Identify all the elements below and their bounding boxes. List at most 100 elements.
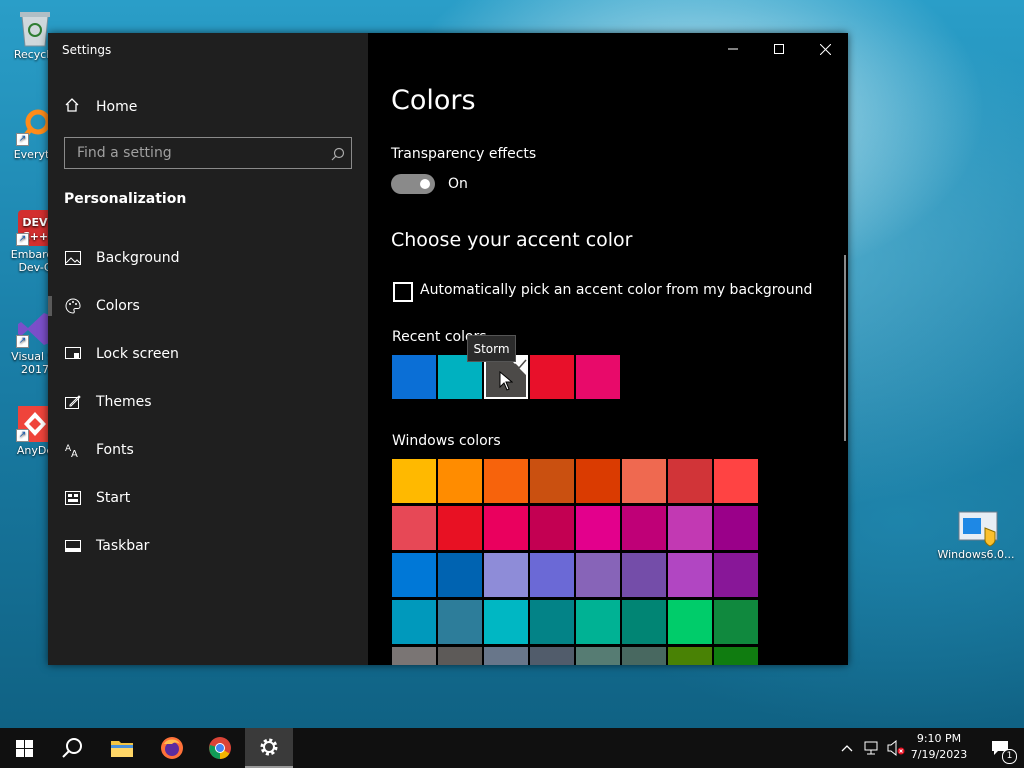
windows-color-swatch[interactable]: [622, 553, 666, 597]
windows-color-swatch[interactable]: [714, 459, 758, 503]
sidebar-item-label: Background: [96, 250, 180, 266]
desktop-icon-windows-update[interactable]: Windows6.0...: [934, 508, 1018, 561]
chevron-up-icon: [841, 745, 853, 752]
firefox-icon: [161, 737, 183, 759]
windows-color-swatch[interactable]: [530, 506, 574, 550]
sidebar-item-taskbar[interactable]: Taskbar: [48, 524, 368, 568]
windows-color-swatch[interactable]: [484, 600, 528, 644]
windows-color-swatch[interactable]: [392, 459, 436, 503]
volume-button[interactable]: [884, 728, 908, 768]
windows-color-swatch[interactable]: [622, 459, 666, 503]
windows-color-swatch[interactable]: [392, 553, 436, 597]
recent-color-swatch[interactable]: [530, 355, 574, 399]
windows-color-swatch[interactable]: [484, 506, 528, 550]
windows-color-swatch[interactable]: [530, 600, 574, 644]
themes-icon: [64, 393, 82, 411]
windows-color-swatch[interactable]: [392, 600, 436, 644]
windows-color-swatch[interactable]: [484, 647, 528, 665]
windows-color-swatch[interactable]: [714, 600, 758, 644]
start-button[interactable]: [0, 728, 48, 768]
windows-color-swatch[interactable]: [576, 647, 620, 665]
auto-pick-checkbox[interactable]: [393, 282, 413, 302]
windows-color-swatch[interactable]: [576, 600, 620, 644]
windows-color-swatch[interactable]: [668, 459, 712, 503]
home-icon: [64, 97, 80, 117]
transparency-label: Transparency effects: [391, 146, 537, 162]
settings-taskbar-button[interactable]: [245, 728, 293, 768]
sidebar-item-themes[interactable]: Themes: [48, 380, 368, 424]
clock-date: 7/19/2023: [910, 748, 968, 761]
sidebar-item-label: Start: [96, 490, 131, 506]
windows-color-swatch[interactable]: [622, 647, 666, 665]
windows-color-swatch[interactable]: [530, 459, 574, 503]
search-icon: [62, 738, 82, 758]
clock[interactable]: 9:10 PM 7/19/2023: [906, 732, 972, 761]
windows-color-swatch[interactable]: [576, 506, 620, 550]
windows-color-swatch[interactable]: [438, 553, 482, 597]
chrome-button[interactable]: [196, 728, 244, 768]
search-input[interactable]: [75, 144, 329, 162]
accent-heading: Choose your accent color: [391, 229, 633, 251]
network-button[interactable]: [860, 728, 884, 768]
desktop-icon-label: Windows6.0...: [937, 548, 1015, 561]
windows-color-swatch[interactable]: [438, 459, 482, 503]
windows-colors-label: Windows colors: [392, 433, 501, 449]
windows-color-swatch[interactable]: [484, 459, 528, 503]
windows-color-swatch[interactable]: [668, 600, 712, 644]
windows-logo-icon: [15, 739, 33, 757]
windows-color-swatch[interactable]: [392, 506, 436, 550]
sidebar-item-start[interactable]: Start: [48, 476, 368, 520]
sidebar-home[interactable]: Home: [64, 97, 137, 117]
sidebar-item-label: Fonts: [96, 442, 134, 458]
windows-color-swatch[interactable]: [622, 506, 666, 550]
sidebar-item-colors[interactable]: Colors: [48, 284, 368, 328]
windows-color-swatch[interactable]: [714, 506, 758, 550]
windows-color-swatch[interactable]: [392, 647, 436, 665]
mouse-cursor-icon: [499, 370, 514, 395]
toggle-state-label: On: [448, 176, 468, 192]
search-icon[interactable]: [331, 146, 345, 165]
windows-color-swatch[interactable]: [668, 647, 712, 665]
windows-color-swatch[interactable]: [668, 506, 712, 550]
gear-icon: [260, 738, 278, 756]
windows-color-swatch[interactable]: [484, 553, 528, 597]
transparency-toggle[interactable]: [391, 174, 435, 194]
windows-color-swatch[interactable]: [668, 553, 712, 597]
sidebar-item-background[interactable]: Background: [48, 236, 368, 280]
shortcut-arrow-icon: ↗: [16, 233, 29, 246]
windows-color-swatch[interactable]: [530, 647, 574, 665]
windows-color-swatch[interactable]: [576, 459, 620, 503]
sidebar-item-lock-screen[interactable]: Lock screen: [48, 332, 368, 376]
find-setting-search: [64, 137, 352, 169]
windows-color-swatch[interactable]: [714, 647, 758, 665]
windows-color-swatch[interactable]: [714, 553, 758, 597]
sidebar-item-fonts[interactable]: AA Fonts: [48, 428, 368, 472]
section-personalization: Personalization: [64, 191, 187, 207]
show-hidden-icons-button[interactable]: [834, 728, 860, 768]
auto-pick-label[interactable]: Automatically pick an accent color from …: [420, 282, 812, 298]
shortcut-arrow-icon: ↗: [16, 335, 29, 348]
windows-color-swatch[interactable]: [576, 553, 620, 597]
windows-color-swatch[interactable]: [622, 600, 666, 644]
file-explorer-button[interactable]: [98, 728, 146, 768]
shortcut-arrow-icon: ↗: [16, 429, 29, 442]
action-center-button[interactable]: 1: [976, 728, 1024, 768]
settings-window: Settings Home Personalization Background…: [48, 33, 848, 665]
lock-screen-icon: [64, 345, 82, 363]
recent-color-swatch[interactable]: [392, 355, 436, 399]
scrollbar-thumb[interactable]: [844, 255, 846, 441]
taskbar: 9:10 PM 7/19/2023 1: [0, 728, 1024, 768]
clock-time: 9:10 PM: [916, 732, 962, 745]
sidebar: Settings Home Personalization Background…: [48, 33, 368, 665]
search-button[interactable]: [48, 728, 96, 768]
windows-color-swatch[interactable]: [438, 506, 482, 550]
svg-text:DEV: DEV: [22, 216, 48, 229]
svg-text:A: A: [71, 449, 78, 458]
palette-icon: [64, 297, 82, 315]
windows-color-swatch[interactable]: [438, 600, 482, 644]
firefox-button[interactable]: [148, 728, 196, 768]
windows-color-swatch[interactable]: [438, 647, 482, 665]
windows-color-swatch[interactable]: [530, 553, 574, 597]
sidebar-item-label: Themes: [96, 394, 152, 410]
recent-color-swatch[interactable]: [576, 355, 620, 399]
